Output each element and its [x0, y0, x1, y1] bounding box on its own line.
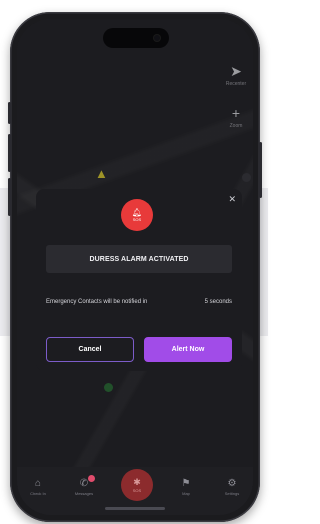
home-icon: ⌂ — [34, 478, 42, 489]
tab-sos[interactable]: ✱ SOS — [121, 469, 153, 501]
siren-icon: 🔔︎ — [131, 208, 143, 217]
home-indicator — [105, 507, 165, 510]
tab-bar: ⌂ Check In ✆ Messages ✱ SOS ⚑ Map ⚙ Sett… — [17, 467, 253, 515]
countdown-description: Emergency Contacts will be notified in — [46, 299, 148, 305]
tab-map[interactable]: ⚑ Map — [171, 478, 201, 497]
mute-switch — [8, 102, 11, 124]
tab-label: Settings — [224, 491, 240, 496]
tab-label: Check In — [30, 491, 46, 496]
cancel-button[interactable]: Cancel — [46, 337, 134, 362]
chat-icon: ✆ — [79, 478, 89, 489]
duress-alarm-modal: ✕ 🔔︎ SOS DURESS ALARM ACTIVATED Emergenc… — [36, 189, 242, 371]
gear-icon: ⚙ — [227, 478, 237, 489]
phone-frame: ➤ Recenter + Zoom ▲ ✕ 🔔︎ SOS DURESS ALAR… — [8, 12, 262, 522]
flag-icon: ⚑ — [181, 478, 191, 489]
phone-screen: ➤ Recenter + Zoom ▲ ✕ 🔔︎ SOS DURESS ALAR… — [17, 19, 253, 515]
modal-title: DURESS ALARM ACTIVATED — [46, 245, 232, 273]
tab-settings[interactable]: ⚙ Settings — [217, 478, 247, 497]
close-icon[interactable]: ✕ — [228, 194, 236, 205]
countdown-value: 5 seconds — [204, 299, 232, 305]
alarm-badge-label: SOS — [132, 217, 142, 222]
tab-label: Messages — [74, 491, 94, 496]
tab-label: SOS — [132, 488, 142, 493]
tab-messages[interactable]: ✆ Messages — [69, 475, 99, 497]
notification-badge — [88, 475, 95, 482]
countdown-row: Emergency Contacts will be notified in 5… — [46, 297, 232, 325]
power-button — [259, 142, 262, 198]
alert-now-button[interactable]: Alert Now — [144, 337, 232, 362]
tab-check-in[interactable]: ⌂ Check In — [23, 478, 53, 497]
tab-label: Map — [182, 491, 190, 496]
volume-down-button — [8, 178, 11, 216]
volume-up-button — [8, 134, 11, 172]
alarm-badge: 🔔︎ SOS — [121, 199, 153, 231]
sos-icon: ✱ — [133, 477, 141, 487]
